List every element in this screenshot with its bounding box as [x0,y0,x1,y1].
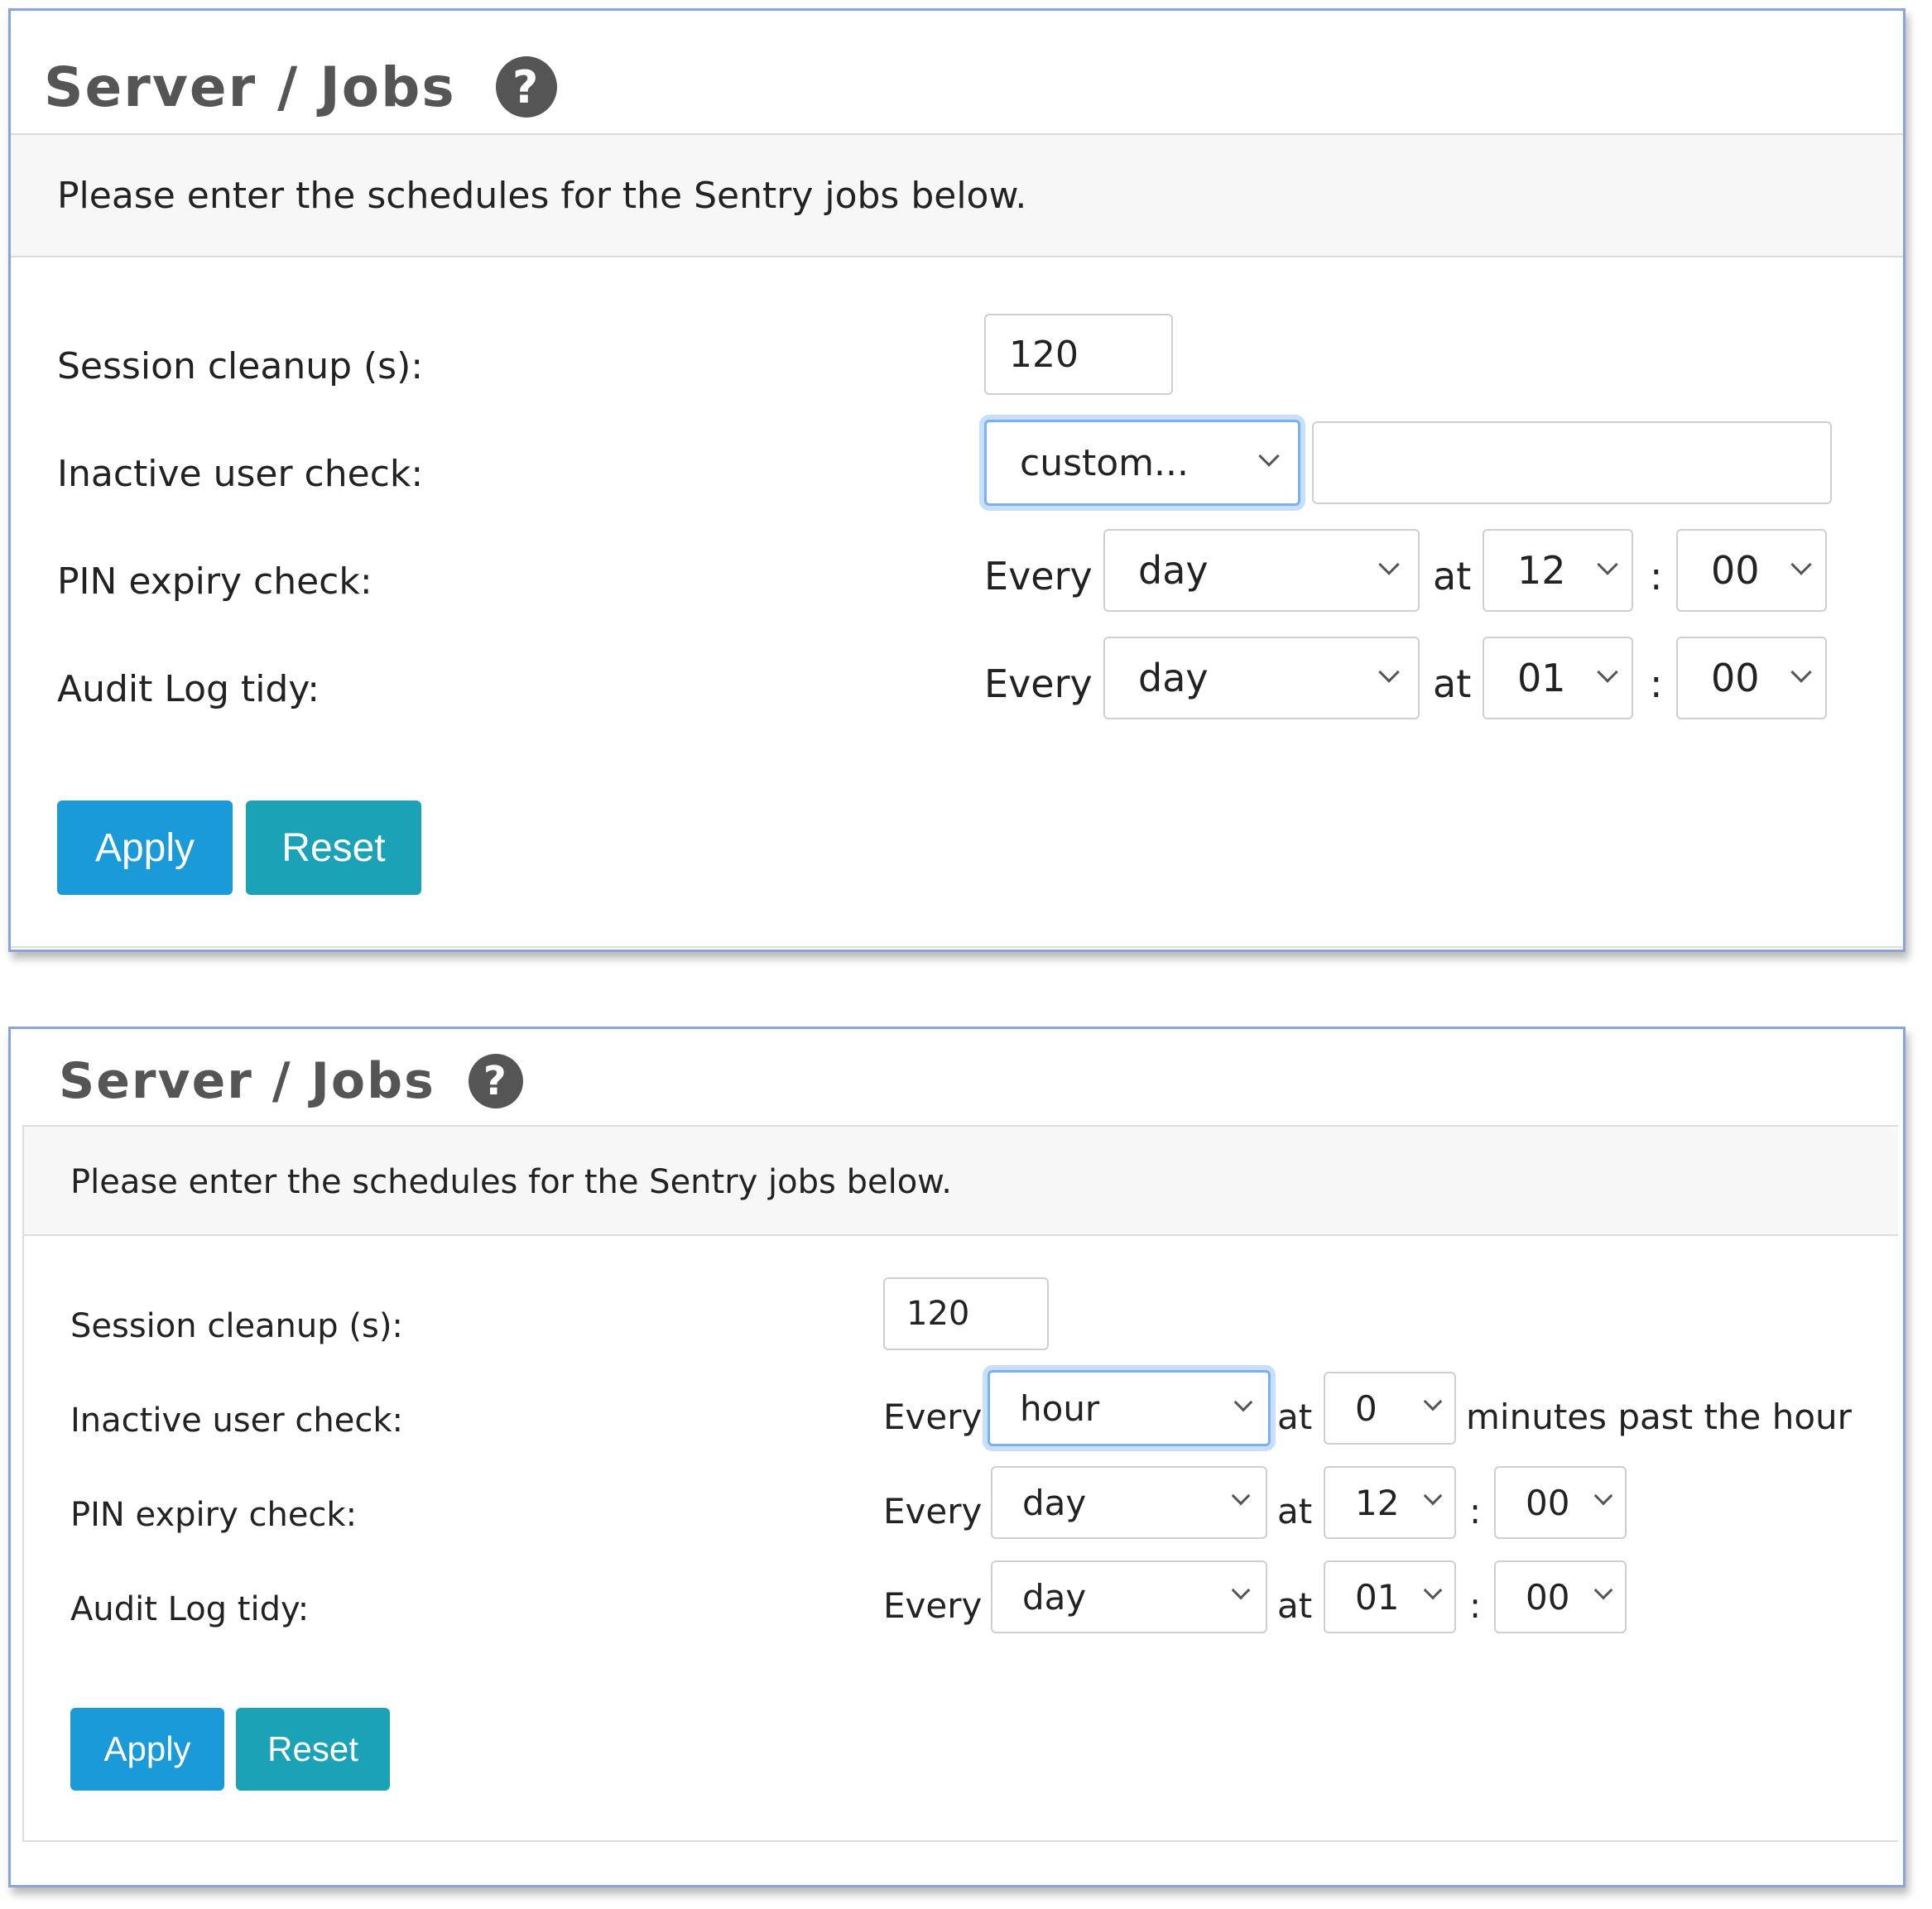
inactive-minute-select[interactable]: 0 [1324,1372,1456,1445]
reset-button[interactable]: Reset [246,801,421,895]
audit-every-text: Every [883,1585,983,1626]
chevron-down-icon [1423,1392,1443,1411]
session-cleanup-label: Session cleanup (s): [70,1307,403,1345]
chevron-down-icon [1593,1486,1613,1506]
chevron-down-icon [1790,554,1812,575]
pin-at-text: at [1277,1491,1313,1532]
pin-every-text: Every [984,554,1093,599]
screenshot-hourly-schedule: Server / Jobs ? Please enter the schedul… [8,1027,1906,1887]
pin-expiry-check-label: PIN expiry check: [57,560,372,603]
screenshot-custom-schedule: Server / Jobs ? Please enter the schedul… [8,8,1906,952]
left-divider [22,1125,24,1842]
pin-period-select[interactable]: day [1103,529,1420,612]
inactive-suffix-text: minutes past the hour [1466,1397,1852,1437]
pin-minute-select[interactable]: 00 [1676,529,1827,612]
question-circle-icon[interactable]: ? [495,56,557,118]
chevron-down-icon [1790,661,1812,683]
audit-minute-select[interactable]: 00 [1676,637,1827,719]
chevron-down-icon [1597,554,1618,575]
chevron-down-icon [1378,661,1400,683]
chevron-down-icon [1423,1580,1443,1600]
audit-minute-select[interactable]: 00 [1494,1560,1627,1633]
pin-colon-text: : [1650,554,1663,599]
audit-log-tidy-label: Audit Log tidy: [57,668,320,710]
pin-minute-select[interactable]: 00 [1494,1466,1627,1539]
question-circle-icon[interactable]: ? [468,1054,523,1108]
bottom-divider [22,1840,1898,1842]
audit-log-tidy-label: Audit Log tidy: [70,1590,310,1628]
chevron-down-icon [1423,1486,1443,1506]
chevron-down-icon [1258,445,1280,467]
chevron-down-icon [1593,1580,1613,1600]
session-cleanup-input[interactable]: 120 [984,314,1173,395]
apply-button[interactable]: Apply [70,1708,224,1791]
audit-at-text: at [1433,661,1472,706]
pin-every-text: Every [883,1491,983,1532]
inactive-user-check-label: Inactive user check: [57,453,424,495]
session-cleanup-input[interactable]: 120 [883,1277,1049,1350]
chevron-down-icon [1233,1392,1253,1412]
bottom-divider [11,946,1903,948]
inactive-every-text: Every [883,1397,983,1437]
audit-every-text: Every [984,661,1093,706]
session-cleanup-label: Session cleanup (s): [57,345,424,387]
inactive-user-check-custom-input[interactable] [1312,421,1832,504]
pin-hour-select[interactable]: 12 [1324,1466,1456,1539]
pin-period-select[interactable]: day [991,1466,1267,1539]
description-text: Please enter the schedules for the Sentr… [70,1163,952,1201]
description-banner: Please enter the schedules for the Sentr… [22,1125,1898,1236]
chevron-down-icon [1378,554,1400,575]
audit-at-text: at [1277,1585,1313,1626]
audit-hour-select[interactable]: 01 [1483,637,1633,719]
audit-colon-text: : [1469,1585,1482,1626]
inactive-user-check-label: Inactive user check: [70,1402,403,1440]
apply-button[interactable]: Apply [57,801,233,895]
inactive-at-text: at [1277,1397,1313,1437]
reset-button[interactable]: Reset [236,1708,390,1791]
pin-hour-select[interactable]: 12 [1483,529,1633,612]
description-text: Please enter the schedules for the Sentr… [57,175,1027,217]
page-title: Server / Jobs ? [59,1052,523,1110]
inactive-user-check-select[interactable]: custom... [984,420,1300,506]
page-title: Server / Jobs ? [44,54,557,120]
chevron-down-icon [1597,661,1618,683]
description-banner: Please enter the schedules for the Sentr… [11,133,1903,257]
pin-expiry-check-label: PIN expiry check: [70,1496,358,1534]
pin-at-text: at [1433,554,1472,599]
chevron-down-icon [1231,1486,1251,1506]
audit-period-select[interactable]: day [991,1560,1267,1633]
inactive-period-select[interactable]: hour [988,1370,1271,1446]
pin-colon-text: : [1469,1491,1482,1532]
audit-colon-text: : [1650,661,1663,706]
audit-period-select[interactable]: day [1103,637,1420,719]
audit-hour-select[interactable]: 01 [1324,1560,1456,1633]
chevron-down-icon [1231,1580,1251,1600]
